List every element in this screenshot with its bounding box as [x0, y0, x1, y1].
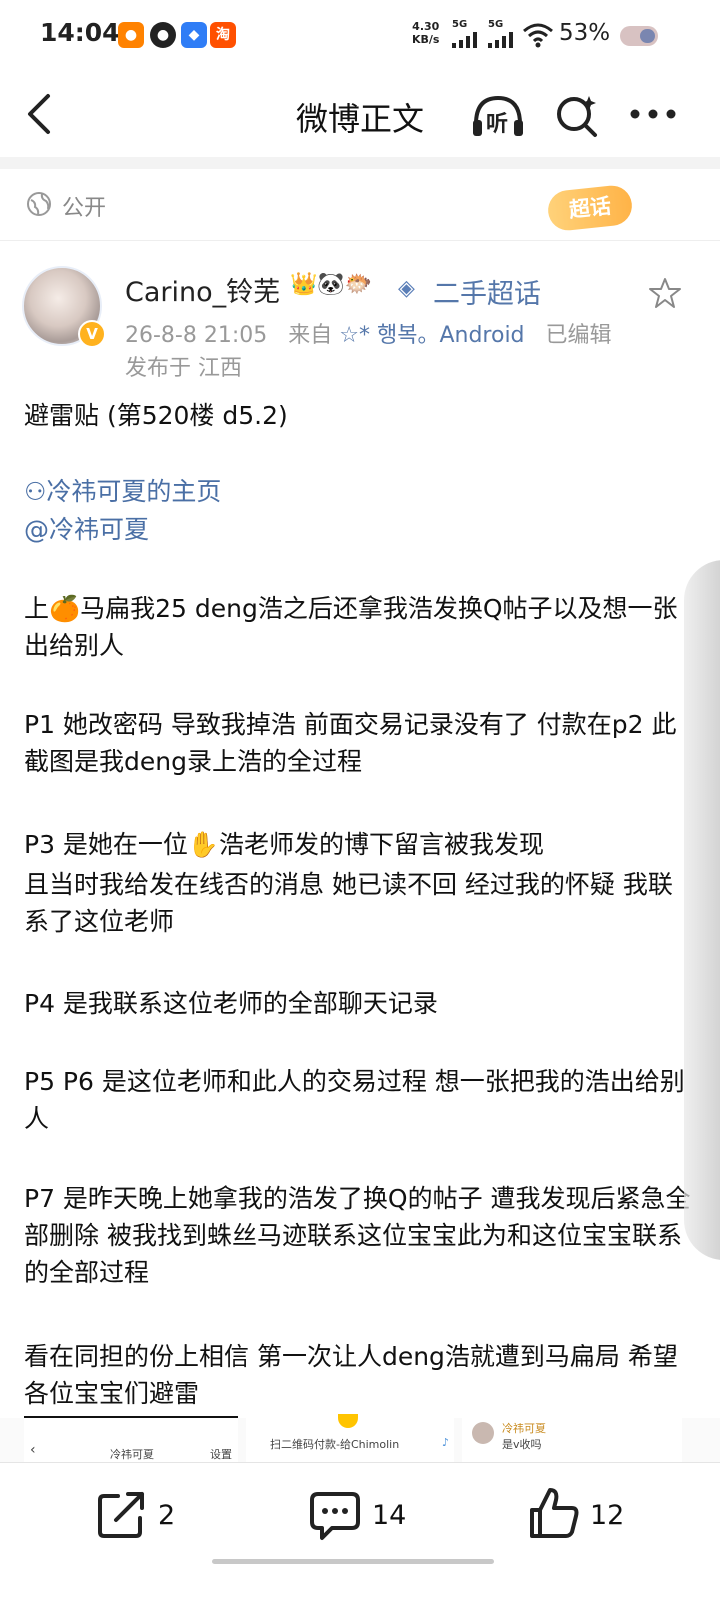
thumb-3-avatar: [472, 1422, 494, 1444]
edge-scroll-indicator: [684, 560, 720, 1260]
image-thumbnail-3[interactable]: 冷祎可夏 是v收吗: [462, 1418, 682, 1466]
battery-percent: 53%: [559, 20, 611, 46]
post-title: 避雷贴 (第520楼 d5.2): [24, 401, 288, 430]
image-thumbnail-1[interactable]: ‹ 冷祎可夏 设置: [24, 1418, 238, 1466]
comment-count: 14: [372, 1500, 407, 1531]
weibo-icon: ●: [118, 22, 144, 48]
wifi-icon: [523, 23, 553, 48]
status-bar: 14:04 ● ● ◆ 淘 4.30 KB/s 5G 5G 53%: [0, 0, 720, 70]
post-source[interactable]: ☆* 행복。Android: [339, 323, 524, 348]
net-speed-value: 4.30: [412, 20, 440, 33]
post-paragraph-3a: P3 是她在一位✋浩老师发的博下留言被我发现: [24, 830, 545, 859]
like-thumb-icon: [530, 1488, 579, 1538]
user-icon: ⚇: [24, 477, 47, 506]
like-button[interactable]: 12: [528, 1486, 628, 1542]
post-paragraph-6: P7 是昨天晚上她拿我的浩发了换Q的帖子 遭我发现后紧急全部删除 被我找到蛛丝马…: [24, 1184, 691, 1287]
post-paragraph-7: 看在同担的份上相信 第一次让人deng浩就遭到马扁局 希望各位宝宝们避雷: [24, 1342, 678, 1408]
battery-icon: [620, 26, 658, 46]
visibility-label: 公开: [62, 196, 107, 221]
author-badges: 👑🐼🐡: [290, 272, 373, 297]
post-paragraph-5: P5 P6 是这位老师和此人的交易过程 想一张把我的浩出给别人: [24, 1067, 685, 1133]
diamond-icon: ◈: [398, 276, 415, 301]
search-icon[interactable]: [553, 92, 601, 140]
mention-link[interactable]: @冷祎可夏: [24, 511, 692, 548]
home-link[interactable]: ⚇冷祎可夏的主页: [24, 473, 692, 510]
nav-divider: [0, 157, 720, 169]
from-label: 来自: [288, 323, 333, 348]
qq-icon: ●: [150, 22, 176, 48]
taobao-icon: 淘: [210, 22, 236, 48]
status-time: 14:04: [40, 18, 120, 47]
taobao-icon-label: 淘: [216, 27, 230, 43]
signal-2-label: 5G: [488, 19, 504, 30]
share-count: 2: [158, 1500, 176, 1531]
thumb-3-name: 冷祎可夏: [502, 1422, 546, 1435]
share-button[interactable]: 2: [96, 1490, 196, 1540]
signal-1-label: 5G: [452, 19, 468, 30]
signal-2-icon: [488, 32, 513, 48]
thumb-2-text: 扫二维码付款-给Chimolin: [270, 1438, 400, 1451]
thumb-2-note-icon: ♪: [442, 1436, 450, 1449]
signal-1-icon: [452, 32, 477, 48]
thumb-1-name: 冷祎可夏: [110, 1448, 154, 1461]
comment-button[interactable]: 14: [308, 1490, 418, 1542]
post-paragraph-3b: 且当时我给发在线否的消息 她已读不回 经过我的怀疑 我联系了这位老师: [24, 870, 673, 936]
post-location: 发布于 江西: [125, 356, 242, 381]
globe-icon: [27, 192, 51, 216]
listen-label: 听: [486, 112, 509, 137]
author-name[interactable]: Carino_铃芜: [125, 270, 280, 309]
post-meta: 26-8-8 21:05 来自 ☆* 행복。Android 已编辑: [125, 317, 612, 349]
more-icon[interactable]: [630, 108, 676, 120]
thumb-3-text: 是v收吗: [502, 1438, 542, 1451]
thumb-1-settings: 设置: [210, 1448, 232, 1461]
comment-icon: [310, 1492, 360, 1540]
post-paragraph-1: 上🍊马扁我25 deng浩之后还拿我浩发换Q帖子以及想一张出给别人: [24, 594, 678, 660]
post-paragraph-2: P1 她改密码 导致我掉浩 前面交易记录没有了 付款在p2 此截图是我deng录…: [24, 710, 677, 776]
message-app-icon: ◆: [181, 22, 207, 48]
image-thumbnail-2[interactable]: 扫二维码付款-给Chimolin ♪: [246, 1414, 454, 1466]
post-time: 26-8-8 21:05: [125, 323, 268, 348]
thumb-back-icon: ‹: [30, 1442, 36, 1458]
home-link-label: 冷祎可夏的主页: [46, 477, 222, 506]
net-speed-unit: KB/s: [412, 33, 440, 46]
supertopic-link[interactable]: 二手超话: [433, 272, 541, 311]
share-icon: [98, 1492, 144, 1538]
like-count: 12: [590, 1500, 625, 1531]
favorite-star-icon[interactable]: [648, 276, 682, 310]
verified-badge-icon: V: [78, 320, 106, 348]
edited-label: 已编辑: [545, 323, 612, 348]
net-speed: 4.30 KB/s: [412, 20, 439, 46]
listen-button[interactable]: 听: [470, 94, 526, 138]
thumb-2-icon: [338, 1414, 358, 1428]
page-title: 微博正文: [295, 100, 424, 138]
home-indicator[interactable]: [212, 1559, 494, 1564]
post-paragraph-4: P4 是我联系这位老师的全部聊天记录: [24, 989, 438, 1018]
